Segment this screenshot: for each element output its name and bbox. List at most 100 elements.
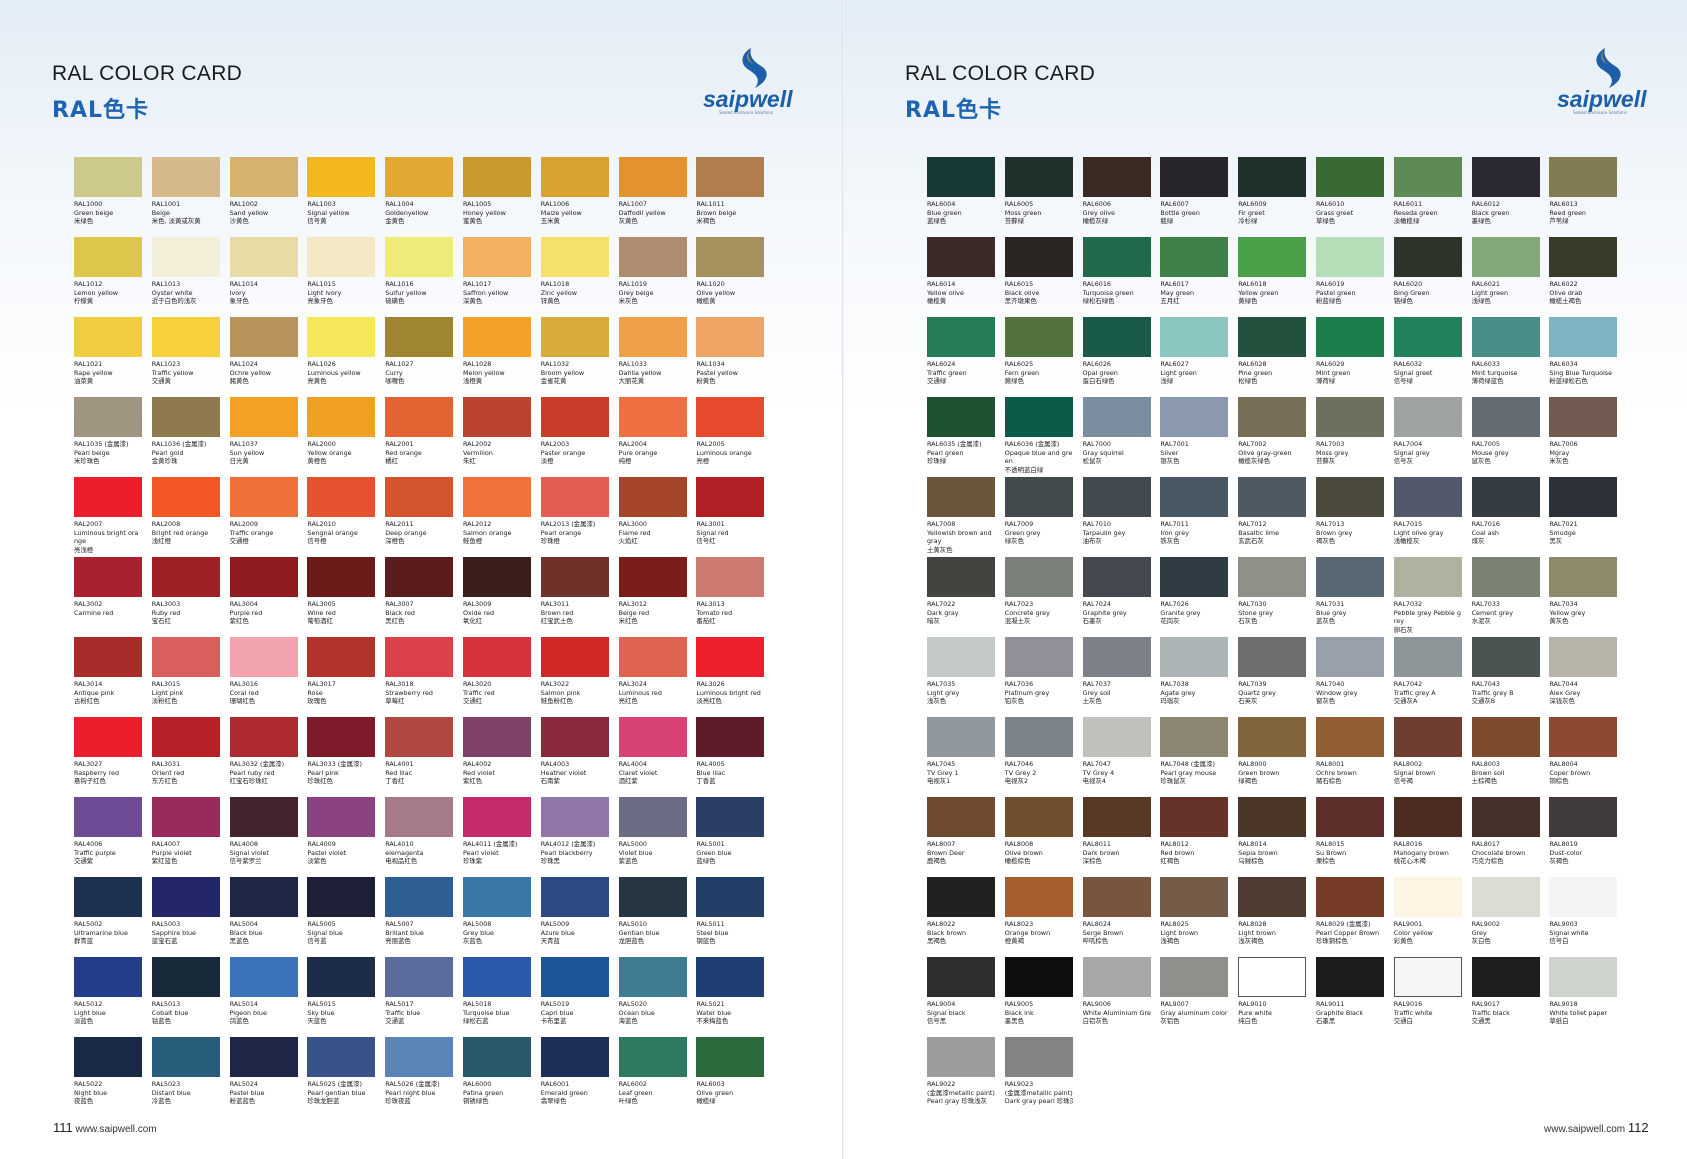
swatch-label: RAL7001 Silver 银灰色 bbox=[1160, 440, 1228, 466]
swatch-code: RAL2009 bbox=[229, 520, 258, 528]
swatch-label: RAL9003 Signal white 信号白 bbox=[1549, 920, 1617, 946]
color-swatch-card: RAL3000 Flame red 火焰红 bbox=[618, 477, 687, 557]
color-swatch-card: RAL5020 Ocean blue 海蓝色 bbox=[618, 957, 687, 1037]
swatch-code: RAL4001 bbox=[385, 760, 414, 768]
color-swatch bbox=[1315, 717, 1384, 757]
swatch-code: RAL1017 bbox=[462, 280, 492, 288]
color-swatch bbox=[462, 637, 531, 677]
swatch-label: RAL8016 Mahogany brown 桃花心木褐 bbox=[1394, 840, 1462, 866]
swatch-label: RAL7009 Green grey 绿灰色 bbox=[1005, 520, 1073, 546]
swatch-code: RAL7044 bbox=[1549, 680, 1578, 688]
color-swatch-card: RAL1004 Goldenyellow 金黄色 bbox=[385, 157, 454, 237]
swatch-code: RAL6032 bbox=[1393, 360, 1423, 368]
swatch-code: RAL2000 bbox=[307, 440, 336, 448]
swatch-label: RAL6018 Yellow green 黄绿色 bbox=[1238, 280, 1306, 306]
color-swatch bbox=[618, 637, 687, 677]
color-swatch-card: RAL7021 Smudge 黑灰 bbox=[1549, 477, 1618, 557]
swatch-name-en: Pearl gold bbox=[151, 448, 184, 457]
swatch-label: RAL8029 (金属漆) Pearl Copper Brown 珍珠铜棕色 bbox=[1316, 920, 1384, 946]
swatch-name-en: Pearl green bbox=[927, 448, 964, 457]
swatch-name-en: Sky blue bbox=[307, 1008, 335, 1017]
swatch-label: RAL6010 Grass greet 草绿色 bbox=[1316, 200, 1384, 226]
swatch-name-cn: 深黄色 bbox=[462, 297, 483, 306]
swatch-label: RAL7030 Stone grey 石灰色 bbox=[1238, 600, 1306, 626]
swatch-name-cn: 石墨灰 bbox=[1082, 617, 1102, 626]
swatch-label: RAL5019 Capri blue 卡布里蓝 bbox=[541, 1000, 609, 1026]
color-swatch bbox=[1238, 557, 1307, 597]
color-swatch bbox=[1160, 557, 1229, 597]
swatch-label: RAL4001 Red lilac 丁香红 bbox=[385, 760, 453, 786]
swatch-name-cn: 油菜黄 bbox=[74, 377, 94, 386]
swatch-name-en: Emerald green bbox=[540, 1088, 588, 1097]
color-swatch-card: RAL3024 Luminous red 亮红色 bbox=[618, 637, 687, 717]
swatch-name-en: Traffic white bbox=[1393, 1008, 1433, 1017]
swatch-name-en: Reed green bbox=[1549, 208, 1586, 217]
swatch-name-cn: 黑灰 bbox=[1549, 537, 1563, 546]
color-swatch-card: RAL4010 elemagenta 电视品红色 bbox=[385, 797, 454, 877]
swatch-code: RAL7008 bbox=[927, 520, 956, 528]
swatch-name-cn: 五月红 bbox=[1160, 297, 1180, 306]
swatch-label: RAL6021 Light green 浅绿色 bbox=[1472, 280, 1540, 306]
swatch-code: RAL2007 bbox=[74, 520, 103, 528]
color-swatch bbox=[151, 397, 220, 437]
color-swatch-card: RAL7005 Mouse grey 鼠灰色 bbox=[1471, 397, 1540, 477]
swatch-name-en: Signal violet bbox=[229, 848, 269, 857]
swatch-code: RAL5008 bbox=[462, 920, 492, 928]
color-swatch bbox=[1315, 797, 1384, 837]
swatch-label: RAL7010 Tarpaulin gey 油布灰 bbox=[1083, 520, 1151, 546]
swatch-name-cn: 栗棕色 bbox=[1315, 857, 1336, 866]
swatch-label: RAL4008 Signal violet 信号紫罗兰 bbox=[230, 840, 298, 866]
swatch-name-cn: 土灰色 bbox=[1082, 697, 1102, 706]
swatch-label: RAL7044 Alex Grey 深钱灰色 bbox=[1549, 680, 1617, 706]
swatch-name-cn: 酒红紫 bbox=[618, 777, 638, 786]
swatch-name-cn: 苔藓灰 bbox=[1315, 457, 1336, 466]
swatch-label: RAL5017 Traffic blue 交通蓝 bbox=[385, 1000, 453, 1026]
color-swatch-card: RAL3022 Salmon pink 鲑鱼粉红色 bbox=[540, 637, 609, 717]
swatch-name-cn: 冷杉绿 bbox=[1238, 217, 1258, 226]
swatch-label: RAL8008 Olive brown 橄榄棕色 bbox=[1005, 840, 1073, 866]
swatch-name-en: Light brown bbox=[1160, 928, 1199, 937]
swatch-name-cn: 鼠灰色 bbox=[1471, 457, 1491, 466]
swatch-name-en: Blue green bbox=[927, 208, 962, 217]
color-swatch bbox=[1393, 637, 1462, 677]
swatch-name-en: Night blue bbox=[74, 1088, 108, 1097]
color-swatch bbox=[1471, 557, 1540, 597]
color-swatch bbox=[1160, 157, 1229, 197]
swatch-name-cn: 深棕色 bbox=[1082, 857, 1102, 866]
color-swatch-card: RAL1028 Melon yellow 浅橙黄 bbox=[462, 317, 531, 397]
color-swatch-card: RAL2009 Traffic orange 交通橙 bbox=[229, 477, 298, 557]
color-swatch-card: RAL2012 Salmon orange 鲑鱼橙 bbox=[462, 477, 531, 557]
color-swatch-card: RAL1024 Ochre yellow 赭黄色 bbox=[229, 317, 298, 397]
swatch-name-cn: 硫磺色 bbox=[385, 297, 405, 306]
color-swatch bbox=[151, 477, 220, 517]
color-swatch bbox=[927, 317, 995, 357]
swatch-label: RAL3011 Brown red 红宝武土色 bbox=[541, 600, 609, 626]
swatch-code: RAL3016 bbox=[229, 680, 258, 688]
swatch-code: RAL7031 bbox=[1315, 600, 1345, 608]
website-link[interactable]: www.saipwell.com bbox=[1544, 1124, 1625, 1135]
swatch-name-en: Water blue bbox=[696, 1008, 732, 1017]
swatch-name-cn: 浅橄榄灰 bbox=[1393, 537, 1420, 546]
color-swatch-card: RAL3007 Black red 黑红色 bbox=[385, 557, 454, 637]
swatch-name-cn: 珍珠黑 bbox=[540, 857, 560, 866]
swatch-name-cn: 鲑鱼粉红色 bbox=[540, 697, 573, 706]
swatch-name-en: Light brown bbox=[1238, 928, 1276, 937]
color-swatch-card: RAL1032 Broom yellow 金雀花黄 bbox=[540, 317, 609, 397]
swatch-code: RAL6017 bbox=[1160, 280, 1189, 288]
swatch-code: RAL6011 bbox=[1393, 200, 1423, 208]
swatch-name-en: Mint green bbox=[1315, 368, 1351, 377]
swatch-code: RAL8025 bbox=[1160, 920, 1189, 928]
color-swatch-card: RAL7006 Mgray 米灰色 bbox=[1549, 397, 1618, 477]
swatch-name-cn: 电视灰4 bbox=[1082, 777, 1106, 786]
color-swatch bbox=[74, 477, 142, 517]
swatch-name-cn: 石南紫 bbox=[540, 777, 560, 786]
color-swatch-card: RAL5003 Sapphire blue 蓝宝石蓝 bbox=[151, 877, 220, 957]
swatch-code: RAL9017 bbox=[1471, 1000, 1500, 1008]
swatch-label: RAL1014 Ivory 象牙色 bbox=[230, 280, 298, 306]
swatch-name-cn: 信号白 bbox=[1549, 937, 1569, 946]
swatch-code: RAL2008 bbox=[151, 520, 181, 528]
color-swatch-card: RAL7045 TV Grey 1 电视灰1 bbox=[927, 717, 995, 797]
swatch-name-en: Lemon yellow bbox=[74, 288, 118, 297]
website-link[interactable]: www.saipwell.com bbox=[76, 1124, 157, 1135]
swatch-label: RAL1032 Broom yellow 金雀花黄 bbox=[541, 360, 609, 386]
